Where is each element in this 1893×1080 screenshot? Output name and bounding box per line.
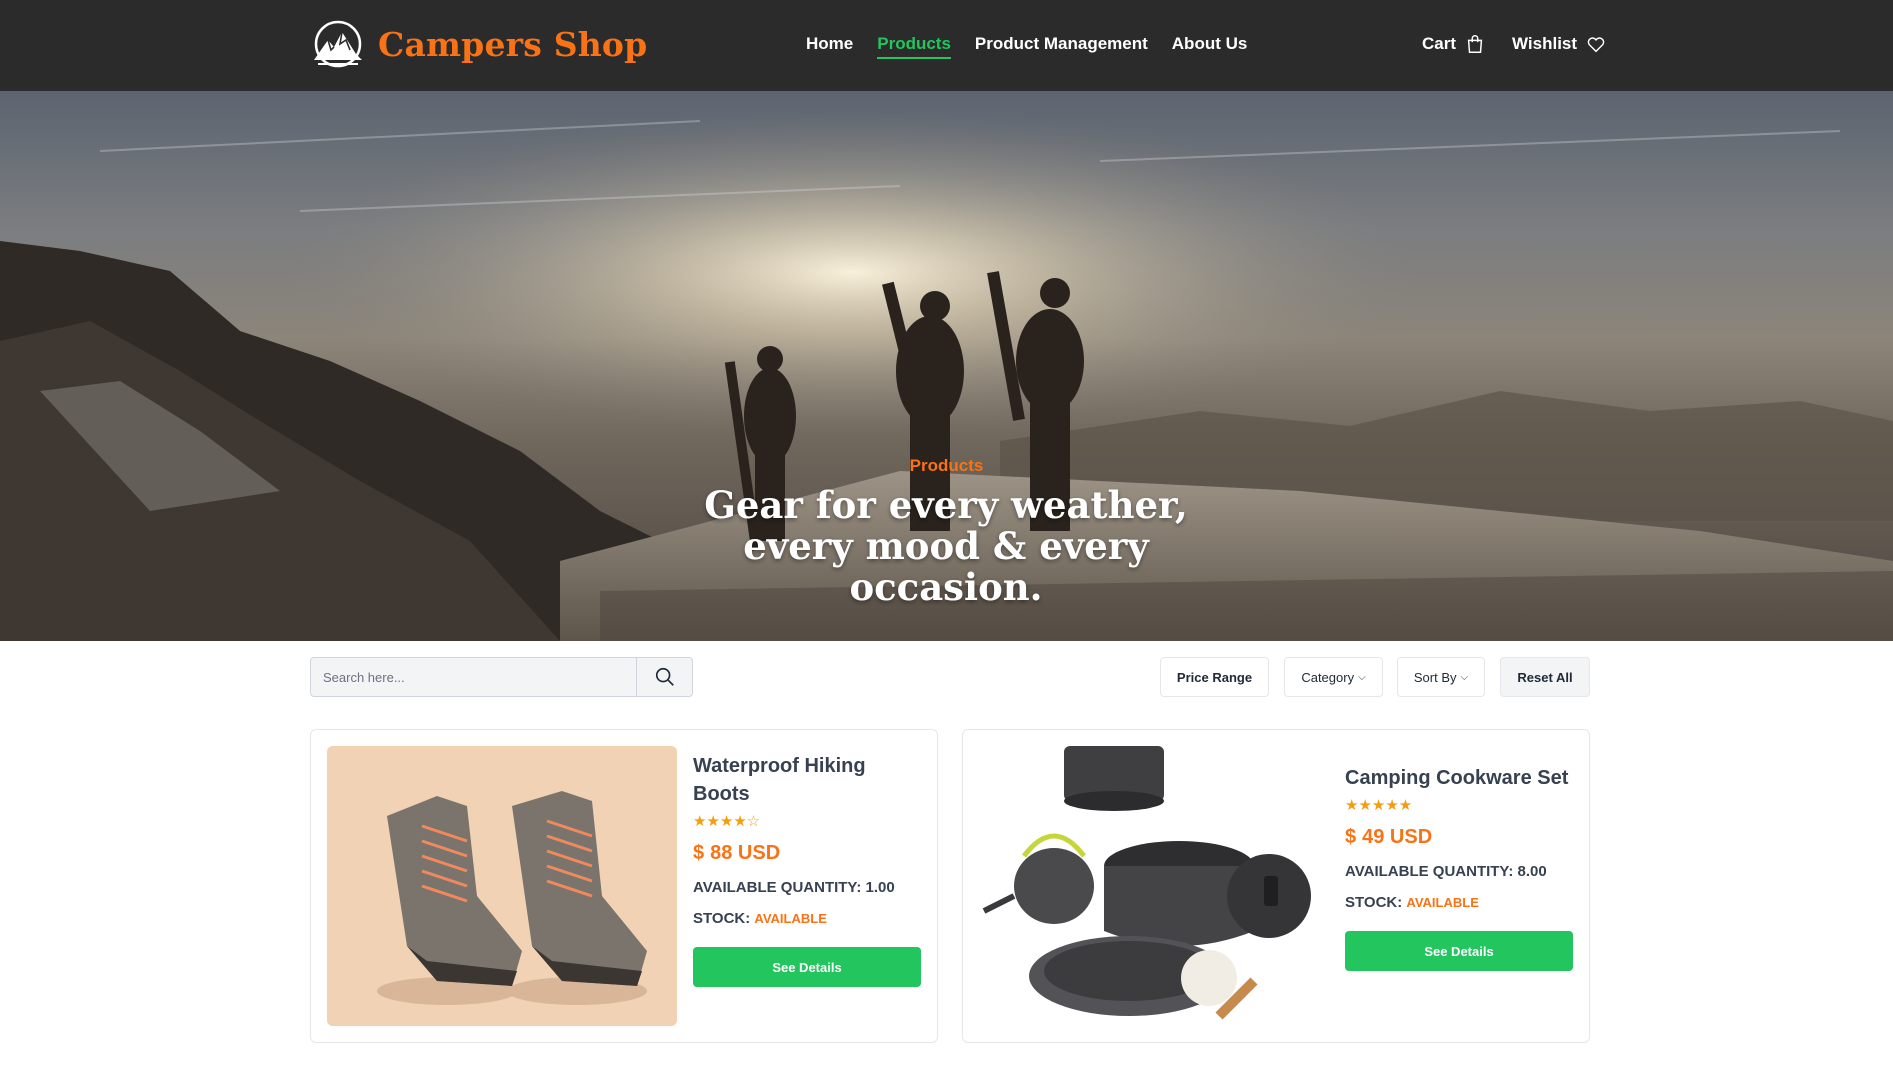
price-value: 49 USD [1362, 826, 1433, 848]
product-price: $49 USD [1345, 826, 1573, 849]
wishlist-label: Wishlist [1512, 34, 1578, 53]
price-range-label: Price Range [1176, 669, 1253, 685]
product-image[interactable] [327, 746, 677, 1026]
product-info: Camping Cookware Set ★★★★★ $49 USD AVAIL… [1345, 764, 1573, 971]
brand-name: Campers Shop [378, 24, 648, 64]
shopping-bag-icon [1467, 35, 1483, 53]
search-icon [655, 667, 674, 686]
cart-button[interactable]: Cart [1422, 33, 1486, 55]
stock-label: STOCK: [1345, 894, 1403, 911]
price-value: 88 USD [710, 842, 781, 864]
quantity-label: AVAILABLE QUANTITY: [693, 879, 862, 896]
product-title: Camping Cookware Set [1345, 767, 1569, 789]
available-quantity: AVAILABLE QUANTITY: 8.00 [1345, 863, 1573, 880]
star-rating: ★★★★★ [1345, 797, 1413, 814]
brand-logo[interactable]: Campers Shop [310, 20, 647, 68]
hero-eyebrow: Products [909, 456, 984, 475]
stock-label: STOCK: [693, 910, 751, 927]
dollar-icon: $ [1345, 826, 1357, 848]
search-bar [310, 657, 693, 697]
main-nav: Home Products Product Management About U… [806, 34, 1247, 59]
product-card: Waterproof Hiking Boots ★★★★☆ $88 USD AV… [310, 729, 938, 1043]
product-title: Waterproof Hiking Boots [693, 755, 866, 805]
quantity-value: 1.00 [865, 879, 895, 896]
see-details-button[interactable]: See Details [1345, 931, 1573, 971]
category-label: Category [1301, 669, 1355, 685]
reset-all-label: Reset All [1517, 669, 1573, 685]
nav-product-management-link[interactable]: Product Management [975, 34, 1148, 59]
product-card: Camping Cookware Set ★★★★★ $49 USD AVAIL… [962, 729, 1590, 1043]
hero-title: Gear for every weather, every mood & eve… [704, 483, 1188, 609]
stock-status: STOCK: AVAILABLE [693, 910, 921, 927]
chevron-down-icon: ⌵ [1358, 671, 1366, 683]
cookware-set-image [979, 746, 1329, 1026]
nav-actions: Cart Wishlist [1422, 33, 1607, 55]
product-image[interactable] [979, 746, 1329, 1026]
price-range-button[interactable]: Price Range [1160, 657, 1269, 697]
hiking-boots-image [327, 746, 677, 1026]
nav-products-link[interactable]: Products [877, 34, 951, 59]
chevron-down-icon: ⌵ [1460, 671, 1469, 683]
dollar-icon: $ [693, 842, 705, 864]
heart-icon [1587, 37, 1605, 53]
see-details-button[interactable]: See Details [693, 947, 921, 987]
sort-by-dropdown[interactable]: Sort By ⌵ [1397, 657, 1485, 697]
hero-banner: Products Gear for every weather, every m… [0, 91, 1893, 641]
sort-by-label: Sort By [1413, 669, 1457, 685]
quantity-value: 8.00 [1517, 863, 1547, 880]
stock-status: STOCK: AVAILABLE [1345, 894, 1573, 911]
category-dropdown[interactable]: Category ⌵ [1284, 657, 1383, 697]
quantity-label: AVAILABLE QUANTITY: [1345, 863, 1514, 880]
top-navbar: Campers Shop Home Products Product Manag… [0, 0, 1893, 91]
reset-all-button[interactable]: Reset All [1500, 657, 1590, 697]
nav-about-us-link[interactable]: About Us [1172, 34, 1248, 59]
wishlist-button[interactable]: Wishlist [1512, 33, 1607, 55]
search-button[interactable] [636, 658, 692, 696]
stock-value: AVAILABLE [1406, 895, 1479, 910]
star-rating: ★★★★☆ [693, 813, 761, 830]
available-quantity: AVAILABLE QUANTITY: 1.00 [693, 879, 921, 896]
search-input[interactable] [311, 658, 636, 696]
product-info: Waterproof Hiking Boots ★★★★☆ $88 USD AV… [693, 752, 921, 987]
nav-home-link[interactable]: Home [806, 34, 853, 59]
stock-value: AVAILABLE [754, 911, 827, 926]
cart-label: Cart [1422, 34, 1457, 53]
mountain-logo-icon [314, 20, 362, 68]
product-price: $88 USD [693, 842, 921, 865]
